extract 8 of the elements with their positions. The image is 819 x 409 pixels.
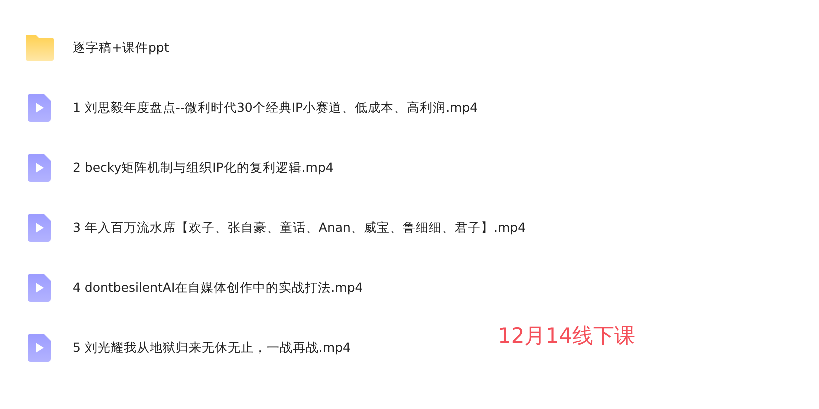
file-name[interactable]: 2 becky矩阵机制与组织IP化的复利逻辑.mp4 xyxy=(73,160,334,176)
file-name[interactable]: 3 年入百万流水席【欢子、张自豪、童话、Anan、威宝、鲁细细、君子】.mp4 xyxy=(73,220,526,236)
file-name[interactable]: 5 刘光耀我从地狱归来无休无止，一战再战.mp4 xyxy=(73,340,351,356)
file-name[interactable]: 4 dontbesilentAI在自媒体创作中的实战打法.mp4 xyxy=(73,280,364,296)
file-name[interactable]: 逐字稿+课件ppt xyxy=(73,40,170,56)
folder-icon xyxy=(24,34,56,62)
note-text: 12月14线下课 xyxy=(498,323,636,350)
file-name[interactable]: 1 刘思毅年度盘点--微利时代30个经典IP小赛道、低成本、高利润.mp4 xyxy=(73,100,478,116)
